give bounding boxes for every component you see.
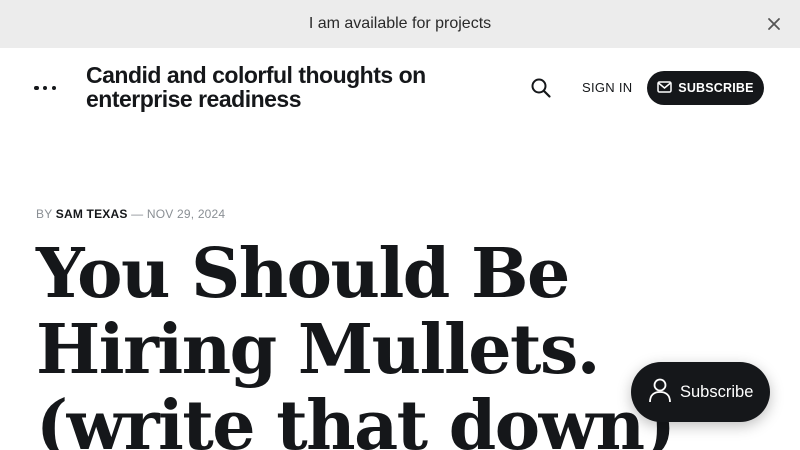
more-dots-icon[interactable] [34,76,56,100]
site-header: Candid and colorful thoughts on enterpri… [0,48,800,128]
portal-label: Subscribe [680,382,754,401]
menu-dot [51,85,56,91]
mail-icon [657,80,673,96]
close-icon[interactable] [764,14,784,34]
user-icon [648,377,672,408]
byline-prefix: BY [36,207,53,221]
post-byline: BY SAM TEXAS — NOV 29, 2024 [36,207,225,221]
subscribe-button[interactable]: SUBSCRIBE [647,71,764,105]
site-title[interactable]: Candid and colorful thoughts on enterpri… [86,63,486,111]
menu-dot [34,85,39,91]
author-link[interactable]: SAM TEXAS [56,207,128,221]
byline-separator: — [131,207,144,221]
menu-dot [42,85,48,91]
portal-subscribe-button[interactable]: Subscribe [631,362,770,422]
sign-in-link[interactable]: SIGN IN [582,80,633,95]
announcement-text: I am available for projects [308,15,492,32]
subscribe-label: SUBSCRIBE [678,81,754,95]
announcement-bar: I am available for projects [0,0,800,48]
post-date: NOV 29, 2024 [146,207,226,221]
search-icon[interactable] [530,77,552,99]
